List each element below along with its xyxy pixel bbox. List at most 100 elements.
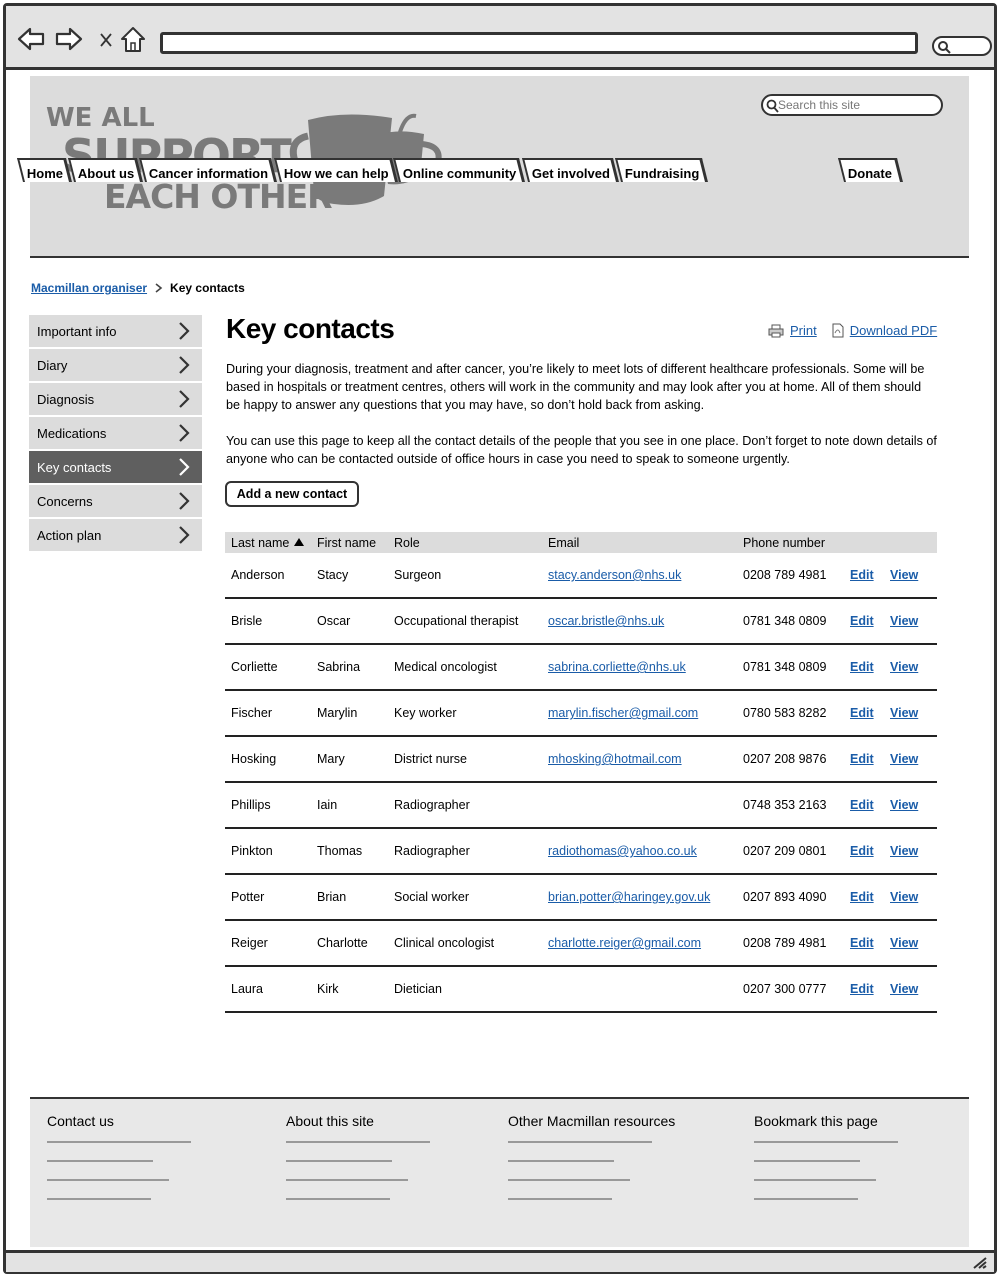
download-pdf-link[interactable]: Download PDF xyxy=(850,323,937,338)
nav-tab-how-we-can-help[interactable]: How we can help xyxy=(273,158,398,182)
column-header-first-name[interactable]: First name xyxy=(317,536,376,550)
edit-link[interactable]: Edit xyxy=(850,706,874,720)
view-link[interactable]: View xyxy=(890,982,918,996)
cell-last: Reiger xyxy=(231,936,268,950)
footer-link-placeholder[interactable] xyxy=(754,1198,858,1200)
edit-link[interactable]: Edit xyxy=(850,614,874,628)
search-icon xyxy=(938,41,951,54)
nav-tab-cancer-information[interactable]: Cancer information xyxy=(139,158,278,182)
nav-tab-fundraising[interactable]: Fundraising xyxy=(614,158,709,182)
sidebar-item-medications[interactable]: Medications xyxy=(29,417,202,449)
cell-email[interactable]: stacy.anderson@nhs.uk xyxy=(548,568,681,582)
sidebar-item-label: Diagnosis xyxy=(37,392,95,407)
sidebar-item-label: Diary xyxy=(37,358,68,373)
cell-email[interactable]: sabrina.corliette@nhs.uk xyxy=(548,660,686,674)
footer-link-placeholder[interactable] xyxy=(47,1198,151,1200)
sidebar-nav: Important info Diary Diagnosis Medications K… xyxy=(29,315,202,553)
cell-role: Radiographer xyxy=(394,844,470,858)
edit-link[interactable]: Edit xyxy=(850,798,874,812)
cell-email[interactable]: brian.potter@haringey.gov.uk xyxy=(548,890,710,904)
view-link[interactable]: View xyxy=(890,706,918,720)
edit-link[interactable]: Edit xyxy=(850,844,874,858)
view-link[interactable]: View xyxy=(890,660,918,674)
footer-link-placeholder[interactable] xyxy=(286,1160,392,1162)
sidebar-item-diagnosis[interactable]: Diagnosis xyxy=(29,383,202,415)
view-link[interactable]: View xyxy=(890,936,918,950)
sidebar-item-key-contacts[interactable]: Key contacts xyxy=(29,451,202,483)
view-link[interactable]: View xyxy=(890,752,918,766)
logo[interactable]: WE ALL SUPPORT EACH OTHER xyxy=(44,96,444,216)
chevron-right-icon xyxy=(179,322,190,340)
sidebar-item-diary[interactable]: Diary xyxy=(29,349,202,381)
pdf-icon[interactable] xyxy=(832,323,844,338)
resize-grip-icon[interactable] xyxy=(972,1255,988,1269)
cell-last: Hosking xyxy=(231,752,277,766)
breadcrumb-link-organiser[interactable]: Macmillan organiser xyxy=(31,281,147,295)
view-link[interactable]: View xyxy=(890,568,918,582)
chevron-right-icon xyxy=(179,390,190,408)
column-header-email[interactable]: Email xyxy=(548,536,579,550)
footer-column: Bookmark this page xyxy=(754,1113,898,1200)
footer-link-placeholder[interactable] xyxy=(754,1160,860,1162)
chevron-right-icon xyxy=(179,458,190,476)
forward-arrow-icon[interactable] xyxy=(54,24,84,54)
cell-email[interactable]: marylin.fischer@gmail.com xyxy=(548,706,698,720)
cell-email[interactable]: radiothomas@yahoo.co.uk xyxy=(548,844,697,858)
back-arrow-icon[interactable] xyxy=(16,24,46,54)
cell-email[interactable]: mhosking@hotmail.com xyxy=(548,752,682,766)
footer-link-placeholder[interactable] xyxy=(286,1179,408,1181)
view-link[interactable]: View xyxy=(890,614,918,628)
footer-link-placeholder[interactable] xyxy=(508,1141,652,1143)
edit-link[interactable]: Edit xyxy=(850,660,874,674)
footer-link-placeholder[interactable] xyxy=(286,1198,390,1200)
nav-tab-label: Home xyxy=(26,166,63,181)
footer-link-placeholder[interactable] xyxy=(508,1179,630,1181)
sidebar-item-important-info[interactable]: Important info xyxy=(29,315,202,347)
view-link[interactable]: View xyxy=(890,890,918,904)
add-contact-button[interactable]: Add a new contact xyxy=(225,481,359,507)
footer-link-placeholder[interactable] xyxy=(754,1179,876,1181)
site-footer: Contact us About this site Other Macmillan… xyxy=(30,1097,969,1247)
nav-tab-donate[interactable]: Donate xyxy=(838,158,904,182)
edit-link[interactable]: Edit xyxy=(850,568,874,582)
nav-tab-about-us[interactable]: About us xyxy=(68,158,144,182)
sidebar-item-concerns[interactable]: Concerns xyxy=(29,485,202,517)
column-header-last-name[interactable]: Last name xyxy=(231,536,305,550)
contacts-table: Last name First name Role Email Phone nu… xyxy=(225,532,937,1013)
edit-link[interactable]: Edit xyxy=(850,936,874,950)
address-bar[interactable] xyxy=(160,32,918,54)
cell-first: Marylin xyxy=(317,706,358,720)
cell-last: Brisle xyxy=(231,614,263,628)
edit-link[interactable]: Edit xyxy=(850,982,874,996)
cell-first: Kirk xyxy=(317,982,339,996)
edit-link[interactable]: Edit xyxy=(850,890,874,904)
column-header-phone[interactable]: Phone number xyxy=(743,536,825,550)
browser-search-box[interactable] xyxy=(932,36,992,56)
footer-link-placeholder[interactable] xyxy=(754,1141,898,1143)
site-search-input[interactable] xyxy=(778,97,938,113)
nav-tab-online-community[interactable]: Online community xyxy=(393,158,526,182)
cell-phone: 0748 353 2163 xyxy=(743,798,827,812)
table-row: Potter Brian Social worker brian.potter@har… xyxy=(225,875,937,921)
table-row: Fischer Marylin Key worker marylin.fischer@… xyxy=(225,691,937,737)
edit-link[interactable]: Edit xyxy=(850,752,874,766)
column-header-role[interactable]: Role xyxy=(394,536,420,550)
sidebar-item-action-plan[interactable]: Action plan xyxy=(29,519,202,551)
footer-link-placeholder[interactable] xyxy=(47,1160,153,1162)
footer-link-placeholder[interactable] xyxy=(508,1160,614,1162)
footer-link-placeholder[interactable] xyxy=(47,1179,169,1181)
cell-email[interactable]: charlotte.reiger@gmail.com xyxy=(548,936,701,950)
footer-link-placeholder[interactable] xyxy=(47,1141,191,1143)
home-icon[interactable] xyxy=(118,24,148,54)
nav-tab-home[interactable]: Home xyxy=(17,158,73,182)
nav-tab-get-involved[interactable]: Get involved xyxy=(521,158,619,182)
site-search-box[interactable] xyxy=(761,94,943,116)
footer-link-placeholder[interactable] xyxy=(286,1141,430,1143)
print-icon[interactable] xyxy=(768,324,784,338)
footer-link-placeholder[interactable] xyxy=(508,1198,612,1200)
view-link[interactable]: View xyxy=(890,844,918,858)
cell-email[interactable]: oscar.bristle@nhs.uk xyxy=(548,614,664,628)
print-link[interactable]: Print xyxy=(790,323,817,338)
cell-phone: 0781 348 0809 xyxy=(743,614,827,628)
view-link[interactable]: View xyxy=(890,798,918,812)
